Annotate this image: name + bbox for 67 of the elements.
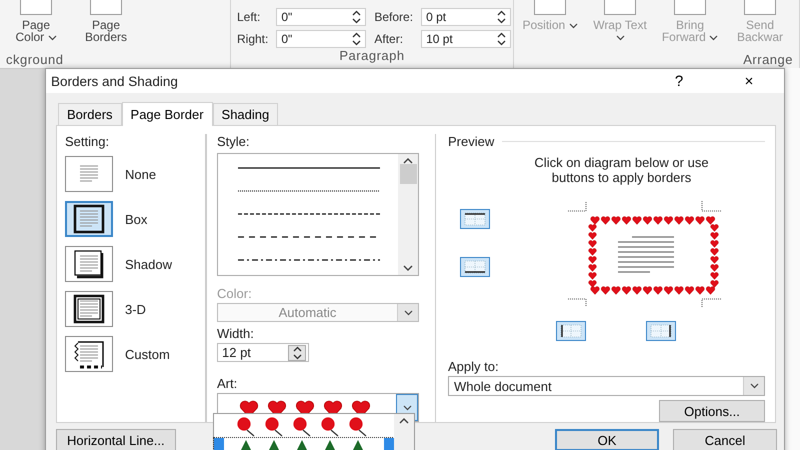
left-border-button[interactable] xyxy=(556,321,586,341)
box-setting-icon[interactable] xyxy=(65,201,113,237)
width-label: Width: xyxy=(217,326,255,342)
cancel-button[interactable]: Cancel xyxy=(673,429,777,450)
ribbon-button[interactable]: Page Borders xyxy=(76,0,136,52)
setting-option[interactable]: None xyxy=(125,166,156,182)
apply-to-label: Apply to: xyxy=(448,359,500,374)
custom-setting-icon[interactable] xyxy=(65,336,113,372)
style-label: Style: xyxy=(217,134,251,149)
setting-option[interactable]: Shadow xyxy=(125,256,172,272)
ok-button[interactable]: OK xyxy=(555,429,659,450)
group-label: ckground xyxy=(6,52,64,67)
field-label: Before: xyxy=(374,10,414,24)
dialog-title: Borders and Shading xyxy=(51,74,179,88)
spin-field[interactable]: 0 pt xyxy=(421,8,512,26)
spin-arrows-icon[interactable] xyxy=(292,346,302,360)
tab[interactable]: Borders xyxy=(58,103,122,125)
art-label: Art: xyxy=(217,376,238,392)
setting-option[interactable]: Custom xyxy=(125,346,170,362)
caret-icon xyxy=(402,404,412,411)
spin-field[interactable]: 0" xyxy=(276,30,366,48)
caret-icon xyxy=(750,383,758,389)
tab[interactable]: Shading xyxy=(212,103,278,125)
spin-arrows-icon[interactable] xyxy=(352,32,362,46)
spin-arrows-icon[interactable] xyxy=(352,10,362,24)
color-label: Color: xyxy=(217,286,253,302)
group-label: Arrange xyxy=(743,52,793,67)
top-border-button[interactable] xyxy=(460,209,490,229)
caret-icon xyxy=(709,35,718,41)
caret-icon xyxy=(48,35,57,41)
caret-icon xyxy=(568,23,578,29)
scrollbar-thumb[interactable] xyxy=(400,164,416,184)
horizontal-line-button[interactable]: Horizontal Line... xyxy=(56,429,176,450)
tab[interactable]: Page Border xyxy=(122,102,213,126)
line-style-option[interactable] xyxy=(238,212,380,216)
spin-arrows-icon[interactable] xyxy=(497,32,506,46)
ribbon-button[interactable]: Page Color xyxy=(6,0,66,52)
caret-icon xyxy=(404,310,412,316)
spin-field[interactable]: 10 pt xyxy=(421,30,512,48)
right-border-button[interactable] xyxy=(646,321,676,341)
field-label: After: xyxy=(374,32,404,46)
field-label: Left: xyxy=(237,10,262,24)
width-field[interactable]: 12 pt xyxy=(217,343,309,362)
bottom-border-button[interactable] xyxy=(460,257,490,277)
preview-label: Preview xyxy=(448,134,494,149)
scroll-down-icon[interactable] xyxy=(403,265,413,272)
close-button[interactable]: × xyxy=(714,72,784,90)
options-button[interactable]: Options... xyxy=(659,400,765,422)
setting-label: Setting: xyxy=(65,134,110,149)
spin-field[interactable]: 0" xyxy=(276,8,366,26)
preview-hint: Click on diagram below or use buttons to apply borders xyxy=(533,155,710,185)
scroll-up-icon[interactable] xyxy=(403,158,413,164)
three-d-setting-icon[interactable] xyxy=(65,291,113,327)
none-setting-icon[interactable] xyxy=(65,156,113,192)
scroll-up-icon[interactable] xyxy=(399,418,409,424)
group-label: Paragraph xyxy=(339,48,405,63)
setting-option[interactable]: Box xyxy=(125,212,148,226)
caret-icon xyxy=(616,35,624,41)
help-button[interactable]: ? xyxy=(644,72,714,90)
shadow-setting-icon[interactable] xyxy=(65,246,113,282)
setting-option[interactable]: 3-D xyxy=(125,302,146,316)
line-style-option[interactable] xyxy=(238,258,380,262)
line-style-option[interactable] xyxy=(238,188,380,193)
line-style-option[interactable] xyxy=(238,166,380,170)
apply-to-dropdown[interactable]: Whole document xyxy=(448,376,765,396)
field-label: Right: xyxy=(237,32,268,46)
spin-arrows-icon[interactable] xyxy=(497,10,506,24)
